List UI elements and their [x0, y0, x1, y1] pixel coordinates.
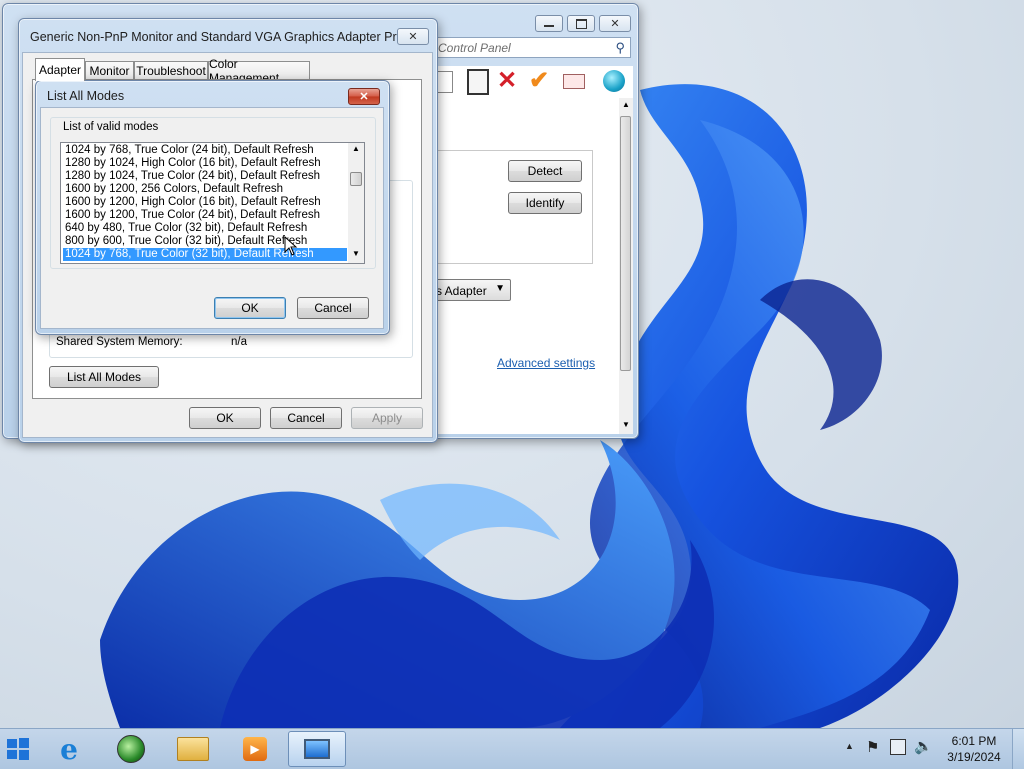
adapter-dropdown[interactable]: s Adapter ▼: [431, 279, 511, 301]
properties-title: Generic Non-PnP Monitor and Standard VGA…: [30, 30, 415, 44]
mode-list-item[interactable]: 1024 by 768, True Color (32 bit), Defaul…: [63, 248, 347, 261]
mail-icon[interactable]: [563, 74, 585, 89]
scroll-thumb[interactable]: [620, 116, 631, 371]
search-icon[interactable]: ⚲: [615, 40, 625, 56]
identify-button[interactable]: Identify: [508, 192, 582, 214]
tab-color-management[interactable]: Color Management: [208, 57, 310, 85]
modes-listbox[interactable]: 1024 by 768, True Color (24 bit), Defaul…: [60, 142, 365, 264]
advanced-settings-link[interactable]: Advanced settings: [497, 356, 595, 370]
tab-adapter[interactable]: Adapter: [35, 58, 85, 81]
dialog-title: List All Modes: [47, 89, 125, 103]
detect-button[interactable]: Detect: [508, 160, 582, 182]
delete-icon[interactable]: ✕: [497, 66, 517, 95]
minimize-icon: [544, 25, 554, 27]
minimize-button[interactable]: [535, 15, 563, 32]
list-all-modes-button[interactable]: List All Modes: [49, 366, 159, 388]
start-button[interactable]: [0, 731, 36, 767]
shared-memory-value: n/a: [231, 336, 247, 348]
vertical-scrollbar[interactable]: ▲ ▼: [619, 98, 633, 434]
scroll-down-icon[interactable]: ▼: [622, 420, 630, 429]
control-panel-content: Detect Identify s Adapter ▼ Advanced set…: [431, 98, 619, 434]
media-center-icon: [117, 735, 145, 763]
properties-apply-button: Apply: [351, 407, 423, 429]
mode-list-item[interactable]: 1600 by 1200, True Color (24 bit), Defau…: [63, 209, 320, 222]
dialog-ok-button[interactable]: OK: [214, 297, 286, 319]
checkmark-icon[interactable]: ✔: [529, 66, 549, 95]
tab-troubleshoot[interactable]: Troubleshoot: [134, 61, 208, 80]
valid-modes-group: List of valid modes 1024 by 768, True Co…: [50, 117, 376, 269]
show-desktop-button[interactable]: [1012, 729, 1024, 769]
scroll-up-icon[interactable]: ▲: [352, 144, 360, 153]
mouse-pointer-icon: [284, 236, 298, 256]
toolbar: ✕ ✔: [433, 66, 633, 99]
taskbar-control-panel[interactable]: [288, 731, 346, 767]
clock-date[interactable]: 3/19/2024: [943, 750, 1005, 764]
scroll-up-icon[interactable]: ▲: [622, 100, 630, 109]
mode-list-item[interactable]: 1024 by 768, True Color (24 bit), Defaul…: [63, 144, 314, 157]
adapter-dropdown-label: s Adapter: [436, 284, 487, 298]
dialog-cancel-button[interactable]: Cancel: [297, 297, 369, 319]
close-icon: ✕: [408, 31, 418, 43]
network-icon[interactable]: [890, 739, 906, 755]
windows-logo-icon: [7, 738, 29, 760]
chevron-down-icon: ▼: [495, 283, 505, 294]
clock-time[interactable]: 6:01 PM: [945, 734, 1003, 748]
taskbar: e ▶ ▲ ⚑ 🔈 6:01 PM 3/19/2024: [0, 728, 1024, 769]
tab-monitor[interactable]: Monitor: [85, 61, 134, 80]
maximize-icon: [575, 18, 587, 29]
properties-cancel-button[interactable]: Cancel: [270, 407, 342, 429]
dialog-close-button[interactable]: ✕: [348, 88, 380, 105]
taskbar-internet-explorer[interactable]: e: [40, 731, 98, 767]
search-input[interactable]: Control Panel: [438, 41, 511, 55]
folder-icon: [177, 737, 209, 761]
mode-list-item[interactable]: 1600 by 1200, High Color (16 bit), Defau…: [63, 196, 321, 209]
mode-list-item[interactable]: 640 by 480, True Color (32 bit), Default…: [63, 222, 307, 235]
mode-list-item[interactable]: 1280 by 1024, True Color (24 bit), Defau…: [63, 170, 320, 183]
listbox-scrollbar[interactable]: ▲ ▼: [348, 143, 364, 263]
properties-ok-button[interactable]: OK: [189, 407, 261, 429]
list-all-modes-dialog: List All Modes ✕ List of valid modes 102…: [35, 80, 390, 335]
desktop: ✕ Control Panel ⚲ ✕ ✔ Detect Identify s …: [0, 0, 1024, 728]
scroll-down-icon[interactable]: ▼: [352, 249, 360, 258]
media-player-icon: ▶: [243, 737, 267, 761]
properties-close-button[interactable]: ✕: [397, 28, 429, 45]
control-panel-icon: [304, 739, 330, 759]
mode-list-item[interactable]: 1600 by 1200, 256 Colors, Default Refres…: [63, 183, 283, 196]
internet-explorer-icon: e: [60, 732, 78, 766]
clipboard-icon[interactable]: [467, 69, 489, 95]
taskbar-media-center[interactable]: [102, 731, 160, 767]
close-icon: ✕: [610, 18, 620, 30]
mode-list-item[interactable]: 800 by 600, True Color (32 bit), Default…: [63, 235, 307, 248]
volume-muted-icon[interactable]: 🔈: [914, 737, 933, 755]
valid-modes-label: List of valid modes: [61, 121, 161, 133]
show-hidden-icons-button[interactable]: ▲: [845, 741, 854, 751]
taskbar-media-player[interactable]: ▶: [226, 731, 284, 767]
dialog-body: List of valid modes 1024 by 768, True Co…: [40, 107, 384, 329]
globe-icon[interactable]: [603, 70, 625, 92]
close-icon: ✕: [359, 91, 369, 103]
taskbar-file-explorer[interactable]: [164, 731, 222, 767]
action-center-flag-icon[interactable]: ⚑: [866, 738, 879, 756]
maximize-button[interactable]: [567, 15, 595, 32]
close-button[interactable]: ✕: [599, 15, 631, 32]
search-box[interactable]: Control Panel ⚲: [429, 37, 631, 58]
mode-list-item[interactable]: 1280 by 1024, High Color (16 bit), Defau…: [63, 157, 321, 170]
shared-memory-label: Shared System Memory:: [56, 336, 183, 348]
listbox-scroll-thumb[interactable]: [350, 172, 362, 186]
